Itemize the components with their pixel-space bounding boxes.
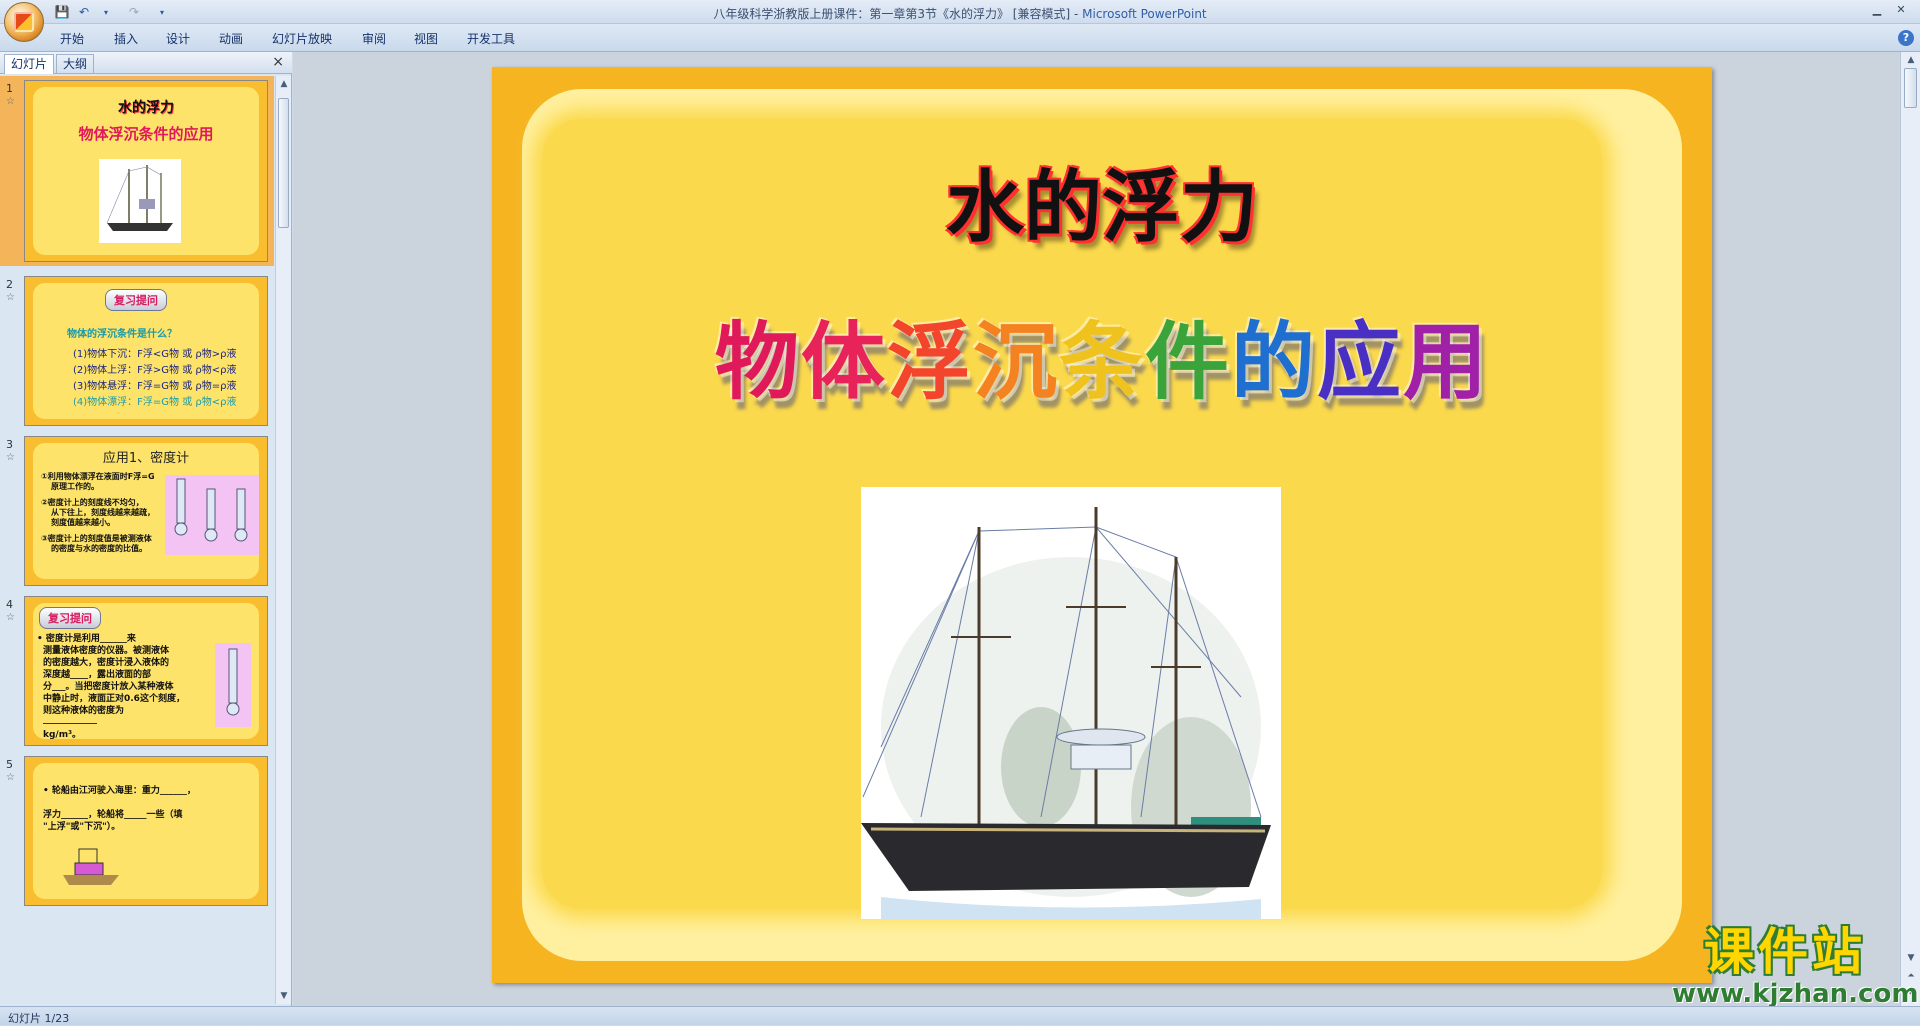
list-item: (2)物体上浮：F浮>G物 或 ρ物<ρ液	[73, 365, 237, 376]
list-item: 原理工作的。	[51, 482, 99, 491]
site-watermark: 课件站 www.kjzhan.com	[1672, 923, 1919, 1009]
thumbnail-background: 复习提问 • 密度计是利用______来 测量液体密度的仪器。被测液体 的密度越…	[33, 603, 259, 739]
slide-subtitle[interactable]: 物体浮沉条件的应用	[492, 295, 1712, 416]
list-item: "上浮"或"下沉"）。	[43, 822, 121, 832]
slide-number: 2	[6, 278, 13, 291]
transition-star-icon: ☆	[6, 772, 15, 783]
thumbnail-card: 复习提问 物体的浮沉条件是什么？ (1)物体下沉：F浮<G物 或 ρ物>ρ液 (…	[24, 276, 268, 426]
thumbnail-card: 应用1、密度计 ①利用物体漂浮在液面时F浮=G 原理工作的。 ②密度计上的刻度线…	[24, 436, 268, 586]
transition-star-icon: ☆	[6, 452, 15, 463]
ship-image	[99, 159, 181, 243]
subtitle-char: 的	[1231, 313, 1318, 411]
watermark-url: www.kjzhan.com	[1672, 979, 1919, 1009]
thumbnail-card: 复习提问 • 密度计是利用______来 测量液体密度的仪器。被测液体 的密度越…	[24, 596, 268, 746]
tab-slideshow[interactable]: 幻灯片放映	[272, 30, 332, 47]
help-icon[interactable]: ?	[1898, 30, 1914, 46]
scrollbar-thumb[interactable]	[278, 98, 289, 228]
close-button[interactable]: ✕	[1890, 2, 1912, 18]
list-item: 的密度与水的密度的比值。	[51, 544, 147, 553]
subtitle-char: 用	[1403, 313, 1490, 411]
slide-counter: 幻灯片 1/23	[8, 1012, 70, 1025]
thumbnail-slide-5[interactable]: 5 ☆ • 轮船由江河驶入海里：重力______， 浮力______，轮船将__…	[0, 752, 274, 910]
slide-number: 1	[6, 82, 13, 95]
subtitle-char: 沉	[972, 313, 1059, 411]
pane-tabs: 幻灯片 大纲 ×	[0, 52, 292, 74]
list-item: • 轮船由江河驶入海里：重力______，	[43, 786, 196, 796]
tab-view[interactable]: 视图	[414, 30, 438, 47]
scrollbar-thumb[interactable]	[1904, 68, 1917, 108]
thumbnail-title: 水的浮力	[118, 100, 174, 116]
list-item: (1)物体下沉：F浮<G物 或 ρ物>ρ液	[73, 349, 237, 360]
tab-home[interactable]: 开始	[60, 30, 84, 47]
slide-scrollbar[interactable]: ▲ ▼ ⏶ ⏷	[1900, 52, 1920, 1006]
slide-thumbnails: 1 ☆ 水的浮力 物体浮沉条件的应用 2 ☆ 复习提问 物体的浮沉条件是什么？ …	[0, 76, 274, 1004]
list-item: (3)物体悬浮：F浮=G物 或 ρ物=ρ液	[73, 381, 237, 392]
thumbnail-slide-2[interactable]: 2 ☆ 复习提问 物体的浮沉条件是什么？ (1)物体下沉：F浮<G物 或 ρ物>…	[0, 272, 274, 430]
thumbnail-slide-4[interactable]: 4 ☆ 复习提问 • 密度计是利用______来 测量液体密度的仪器。被测液体 …	[0, 592, 274, 750]
slide-number: 4	[6, 598, 13, 611]
thumbnail-title: 应用1、密度计	[102, 451, 190, 466]
tab-developer[interactable]: 开发工具	[467, 30, 515, 47]
thumbnail-card: • 轮船由江河驶入海里：重力______， 浮力______，轮船将_____一…	[24, 756, 268, 906]
review-badge: 复习提问	[105, 289, 167, 311]
scroll-up-icon[interactable]: ▲	[276, 76, 292, 92]
sailing-ship-photo[interactable]	[861, 487, 1281, 919]
slide-number: 5	[6, 758, 13, 771]
minimize-button[interactable]: ▁	[1866, 2, 1888, 18]
current-slide[interactable]: 水的浮力 物体浮沉条件的应用	[492, 67, 1712, 983]
slides-pane: 幻灯片 大纲 × 1 ☆ 水的浮力 物体浮沉条件的应用 2 ☆ 复习提问 物体的…	[0, 52, 292, 1006]
subtitle-char: 物	[714, 313, 801, 411]
boat-diagram	[63, 847, 123, 887]
window-title-document: 八年级科学浙教版上册课件：第一章第3节《水的浮力》 [兼容模式] -	[713, 7, 1083, 21]
window-title: 八年级科学浙教版上册课件：第一章第3节《水的浮力》 [兼容模式] - Micro…	[0, 5, 1920, 22]
subtitle-char: 体	[800, 313, 887, 411]
tab-review[interactable]: 审阅	[362, 30, 386, 47]
scroll-down-icon[interactable]: ▼	[276, 988, 292, 1004]
window-title-app: Microsoft PowerPoint	[1082, 7, 1207, 21]
list-item: ____________	[43, 715, 97, 725]
subtitle-char: 件	[1145, 313, 1232, 411]
thumbnail-slide-3[interactable]: 3 ☆ 应用1、密度计 ①利用物体漂浮在液面时F浮=G 原理工作的。 ②密度计上…	[0, 432, 274, 590]
hydrometer-image	[165, 475, 259, 555]
subtitle-char: 浮	[886, 313, 973, 411]
tab-animation[interactable]: 动画	[219, 30, 243, 47]
thumbnail-background: 应用1、密度计 ①利用物体漂浮在液面时F浮=G 原理工作的。 ②密度计上的刻度线…	[33, 443, 259, 579]
subtitle-char: 条	[1058, 313, 1145, 411]
tab-outline[interactable]: 大纲	[56, 54, 95, 74]
tab-slides[interactable]: 幻灯片	[4, 54, 55, 74]
tab-insert[interactable]: 插入	[114, 30, 138, 47]
question-text: 物体的浮沉条件是什么？	[67, 329, 177, 340]
thumbnail-background: 复习提问 物体的浮沉条件是什么？ (1)物体下沉：F浮<G物 或 ρ物>ρ液 (…	[33, 283, 259, 419]
scroll-down-icon[interactable]: ▼	[1903, 950, 1919, 966]
transition-star-icon: ☆	[6, 96, 15, 107]
office-logo-icon	[14, 12, 34, 32]
slide-title[interactable]: 水的浮力	[492, 145, 1712, 257]
thumbnail-slide-1[interactable]: 1 ☆ 水的浮力 物体浮沉条件的应用	[0, 76, 274, 266]
list-item: 刻度值越来越小。	[51, 518, 115, 527]
office-button[interactable]	[4, 2, 44, 42]
list-item: (4)物体漂浮：F浮=G物 或 ρ物<ρ液	[73, 397, 237, 408]
thumbnail-subtitle: 物体浮沉条件的应用	[78, 125, 214, 143]
slide-number: 3	[6, 438, 13, 451]
tab-design[interactable]: 设计	[166, 30, 190, 47]
ribbon-tabs: 开始 插入 设计 动画 幻灯片放映 审阅 视图 开发工具 ?	[0, 24, 1920, 52]
subtitle-char: 应	[1317, 313, 1404, 411]
transition-star-icon: ☆	[6, 612, 15, 623]
review-badge: 复习提问	[39, 607, 101, 629]
title-bar: 💾 ↶ ▾ ↷ ▾ 八年级科学浙教版上册课件：第一章第3节《水的浮力》 [兼容模…	[0, 0, 1920, 24]
watermark-text: 课件站	[1704, 923, 1866, 981]
thumbnail-background: 水的浮力 物体浮沉条件的应用	[33, 87, 259, 255]
close-pane-icon[interactable]: ×	[272, 54, 284, 70]
transition-star-icon: ☆	[6, 292, 15, 303]
status-bar: 幻灯片 1/23	[0, 1006, 1920, 1025]
thumbnail-scrollbar[interactable]: ▲ ▼	[275, 76, 291, 1004]
thumbnail-card: 水的浮力 物体浮沉条件的应用	[24, 80, 268, 262]
scroll-up-icon[interactable]: ▲	[1903, 52, 1919, 68]
hydrometer-image	[215, 643, 251, 727]
thumbnail-background: • 轮船由江河驶入海里：重力______， 浮力______，轮船将_____一…	[33, 763, 259, 899]
list-item: kg/m³。	[43, 730, 82, 739]
